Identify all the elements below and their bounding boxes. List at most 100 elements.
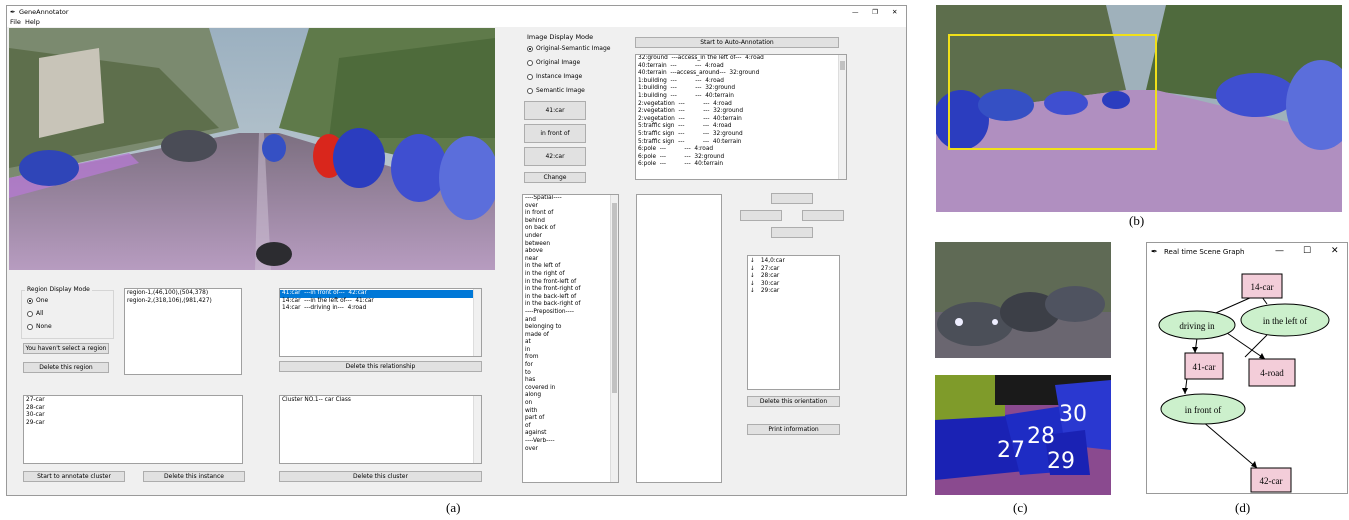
relation-item[interactable]: 32:ground ---access_in the left of--- 4:… [636,55,846,63]
instance-item[interactable]: 29-car [24,420,242,428]
predicate-item[interactable]: to [523,370,618,378]
relationship-item[interactable]: 41:car ---in front of--- 42:car [280,290,481,298]
instance-listbox[interactable]: 27-car 28-car 30-car 29-car [23,395,243,464]
predicate-item[interactable]: with [523,408,618,416]
relation-item[interactable]: 40:terrain --- --- 4:road [636,63,846,71]
orientation-item[interactable]: ↓ 14,0:car [748,258,839,266]
relation-item[interactable]: 2:vegetation --- --- 40:terrain [636,116,846,124]
display-option-semantic[interactable]: Semantic Image [527,86,610,95]
relation-item[interactable]: 1:building --- --- 40:terrain [636,93,846,101]
predicate-item[interactable]: and [523,317,618,325]
predicate-item[interactable]: belonging to [523,324,618,332]
orientation-listbox[interactable]: ↓ 14,0:car ↓ 27:car ↓ 28:car ↓ 30:car ↓ 29:car [747,255,840,390]
minimize-button[interactable]: — [852,6,859,18]
instance-item[interactable]: 27-car [24,397,242,405]
direction-left-button[interactable] [740,210,782,221]
predicate-item[interactable]: above [523,248,618,256]
direction-up-button[interactable] [771,193,813,204]
region-option-all[interactable]: All [27,309,52,318]
delete-cluster-button[interactable]: Delete this cluster [279,471,482,482]
empty-listbox[interactable] [636,194,722,483]
predicate-item[interactable]: in [523,347,618,355]
instance-item[interactable]: 28-car [24,405,242,413]
display-option-instance[interactable]: Instance Image [527,72,610,81]
predicate-item[interactable]: part of [523,415,618,423]
instance-item[interactable]: 30-car [24,412,242,420]
predicate-item[interactable]: made of [523,332,618,340]
relation-item[interactable]: 5:traffic sign --- --- 40:terrain [636,139,846,147]
region-item[interactable]: region-2,(318,106),(981,427) [125,298,241,306]
relation-item[interactable]: 2:vegetation --- --- 32:ground [636,108,846,116]
menu-file[interactable]: File [10,18,21,27]
direction-right-button[interactable] [802,210,844,221]
close-button[interactable]: ✕ [1331,246,1339,256]
print-information-button[interactable]: Print information [747,424,840,435]
predicate-listbox[interactable]: ----Spatial---- over in front of behind on b… [522,194,619,483]
close-button[interactable]: ✕ [892,6,897,18]
predicate-item[interactable]: against [523,430,618,438]
relation-item[interactable]: 2:vegetation --- --- 4:road [636,101,846,109]
relationship-item[interactable]: 14:car ---in the left of--- 41:car [280,298,481,306]
predicate-item[interactable]: at [523,339,618,347]
predicate-item[interactable]: for [523,362,618,370]
predicate-item[interactable]: ----Verb---- [523,438,618,446]
predicate-item[interactable]: has [523,377,618,385]
relation-listbox[interactable]: 32:ground ---access_in the left of--- 4:… [635,54,847,180]
predicate-item[interactable]: in the front-right of [523,286,618,294]
menu-help[interactable]: Help [25,18,40,27]
predicate-item[interactable]: in front of [523,210,618,218]
relation-item[interactable]: 5:traffic sign --- --- 32:ground [636,131,846,139]
region-listbox[interactable]: region-1,(46,100),(504,378) region-2,(318… [124,288,242,375]
maximize-button[interactable]: ❐ [872,6,878,18]
orientation-item[interactable]: ↓ 29:car [748,288,839,296]
predicate-item[interactable]: in the front-left of [523,279,618,287]
relation-item[interactable]: 6:pole --- --- 4:road [636,146,846,154]
orientation-item[interactable]: ↓ 28:car [748,273,839,281]
predicate-item[interactable]: near [523,256,618,264]
region-item[interactable]: region-1,(46,100),(504,378) [125,290,241,298]
relation-item[interactable]: 5:traffic sign --- --- 4:road [636,123,846,131]
minimize-button[interactable]: — [1275,246,1284,256]
predicate-item[interactable]: between [523,241,618,249]
direction-down-button[interactable] [771,227,813,238]
delete-orientation-button[interactable]: Delete this orientation [747,396,840,407]
predicate-item[interactable]: over [523,446,618,454]
predicate-item[interactable]: of [523,423,618,431]
object-button[interactable]: 42:car [524,147,586,166]
change-button[interactable]: Change [524,172,586,183]
predicate-item[interactable]: on [523,400,618,408]
predicate-item[interactable]: ----Spatial---- [523,195,618,203]
cluster-item[interactable]: Cluster NO.1-- car Class [280,397,481,405]
predicate-item[interactable]: in the left of [523,263,618,271]
cluster-scrollbar[interactable] [473,396,481,463]
relationship-item[interactable]: 14:car ---driving in--- 4:road [280,305,481,313]
maximize-button[interactable]: ☐ [1303,246,1311,256]
predicate-item[interactable]: behind [523,218,618,226]
region-option-one[interactable]: One [27,296,52,305]
region-option-none[interactable]: None [27,322,52,331]
relation-item[interactable]: 1:building --- --- 32:ground [636,85,846,93]
predicate-item[interactable]: in the back-left of [523,294,618,302]
relationship-scrollbar[interactable] [473,289,481,356]
predicate-item[interactable]: on back of [523,225,618,233]
relation-item[interactable]: 1:building --- --- 4:road [636,78,846,86]
predicate-item[interactable]: under [523,233,618,241]
display-option-original[interactable]: Original Image [527,58,610,67]
delete-relationship-button[interactable]: Delete this relationship [279,361,482,372]
delete-instance-button[interactable]: Delete this instance [143,471,245,482]
relation-button[interactable]: in front of [524,124,586,143]
predicate-item[interactable]: in the back-right of [523,301,618,309]
annotate-cluster-button[interactable]: Start to annotate cluster [23,471,125,482]
predicate-item[interactable]: in the right of [523,271,618,279]
subject-button[interactable]: 41:car [524,101,586,120]
relation-item[interactable]: 6:pole --- --- 32:ground [636,154,846,162]
predicate-list-scrollbar[interactable] [610,195,618,482]
street-scene-image[interactable] [9,28,495,270]
auto-annotation-button[interactable]: Start to Auto-Annotation [635,37,839,48]
relationship-listbox[interactable]: 41:car ---in front of--- 42:car 14:car --… [279,288,482,357]
predicate-item[interactable]: covered in [523,385,618,393]
predicate-item[interactable]: ----Preposition---- [523,309,618,317]
cluster-listbox[interactable]: Cluster NO.1-- car Class [279,395,482,464]
relation-list-scrollbar[interactable] [838,55,846,179]
relation-item[interactable]: 40:terrain ---access_around--- 32:ground [636,70,846,78]
